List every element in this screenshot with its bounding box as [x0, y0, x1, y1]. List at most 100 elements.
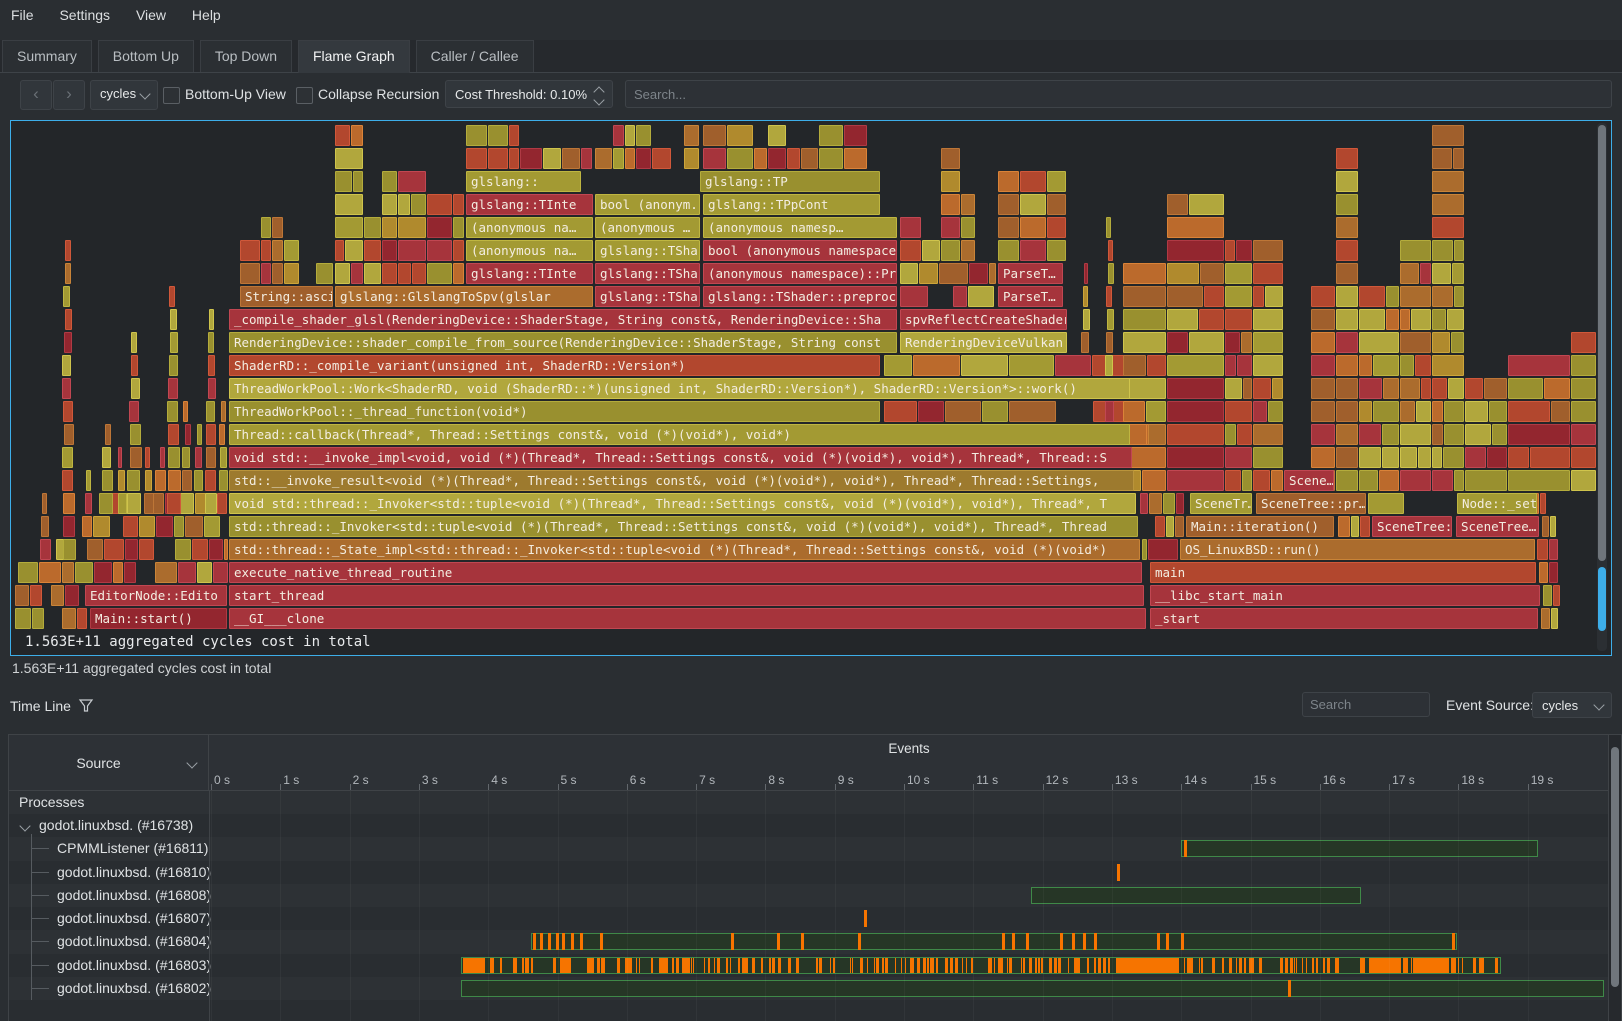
flame-block[interactable]	[63, 516, 75, 537]
flame-block[interactable]	[168, 378, 178, 399]
flame-block[interactable]	[466, 148, 487, 169]
flame-block[interactable]	[961, 355, 1008, 376]
flame-block[interactable]	[1553, 585, 1560, 606]
flame-block[interactable]	[982, 401, 1008, 422]
flame-block[interactable]	[1382, 447, 1399, 468]
flame-block[interactable]	[209, 539, 223, 560]
flame-block[interactable]	[15, 608, 31, 629]
tab-flame-graph[interactable]: Flame Graph	[298, 40, 410, 73]
flame-block[interactable]	[1336, 171, 1358, 192]
flame-block[interactable]	[1225, 263, 1252, 284]
flame-block[interactable]	[1452, 263, 1464, 284]
flame-block[interactable]	[989, 263, 996, 284]
flame-bar[interactable]: String::ascii(b	[240, 286, 333, 307]
flame-block[interactable]	[1443, 447, 1464, 468]
flame-block[interactable]	[94, 562, 112, 583]
flame-bar[interactable]: SceneTree:	[1372, 516, 1452, 537]
flame-block[interactable]	[335, 194, 363, 215]
flame-bar[interactable]: (anonymous na…	[466, 217, 593, 238]
flame-block[interactable]	[272, 263, 283, 284]
flame-block[interactable]	[703, 148, 726, 169]
flame-block[interactable]	[1447, 309, 1464, 330]
flame-block[interactable]	[1382, 424, 1399, 445]
flame-block[interactable]	[1253, 401, 1267, 422]
flame-bar[interactable]: glslang::TP	[700, 171, 880, 192]
flame-block[interactable]	[131, 378, 140, 399]
flame-block[interactable]	[1225, 309, 1252, 330]
flame-block[interactable]	[1400, 263, 1419, 284]
flame-block[interactable]	[1047, 171, 1066, 192]
flame-block[interactable]	[167, 401, 178, 422]
flame-block[interactable]	[1106, 217, 1111, 238]
flame-block[interactable]	[63, 286, 70, 307]
flame-block[interactable]	[1020, 240, 1046, 261]
flame-block[interactable]	[104, 539, 124, 560]
flame-block[interactable]	[613, 125, 624, 146]
flame-block[interactable]	[1359, 447, 1381, 468]
flame-block[interactable]	[174, 516, 184, 537]
flame-block[interactable]	[900, 286, 928, 307]
flame-block[interactable]	[208, 378, 216, 399]
flame-block[interactable]	[1083, 286, 1088, 307]
flame-block[interactable]	[62, 470, 73, 491]
flame-block[interactable]	[1083, 309, 1090, 330]
flame-block[interactable]	[1189, 332, 1224, 353]
flame-block[interactable]	[1359, 309, 1385, 330]
flame-block[interactable]	[105, 424, 111, 445]
flame-block[interactable]	[1432, 217, 1464, 238]
flame-block[interactable]	[221, 401, 226, 422]
scrollbar-handle[interactable]	[1611, 747, 1619, 987]
flame-block[interactable]	[1368, 493, 1404, 514]
flame-block[interactable]	[195, 447, 202, 468]
flame-block[interactable]	[1359, 424, 1381, 445]
flame-block[interactable]	[1084, 263, 1088, 284]
flame-block[interactable]	[1508, 355, 1570, 376]
flame-block[interactable]	[364, 240, 381, 261]
event-source-combobox[interactable]: cycles	[1532, 692, 1612, 718]
flame-block[interactable]	[427, 217, 452, 238]
flame-block[interactable]	[1311, 424, 1335, 445]
flame-block[interactable]	[1432, 263, 1451, 284]
flame-block[interactable]	[1242, 470, 1252, 491]
flame-block[interactable]	[1492, 424, 1507, 445]
flame-block[interactable]	[182, 470, 192, 491]
flame-block[interactable]	[1336, 240, 1358, 261]
flame-block[interactable]	[170, 309, 177, 330]
flame-block[interactable]	[180, 493, 194, 514]
flame-block[interactable]	[1225, 286, 1252, 307]
flame-block[interactable]	[62, 378, 71, 399]
flame-block[interactable]	[1163, 493, 1175, 514]
flame-block[interactable]	[1359, 401, 1372, 422]
flame-block[interactable]	[1400, 401, 1415, 422]
flame-block[interactable]	[145, 470, 152, 491]
flame-block[interactable]	[727, 125, 753, 146]
flame-block[interactable]	[1009, 355, 1054, 376]
flame-block[interactable]	[1489, 401, 1507, 422]
flame-block[interactable]	[1311, 286, 1335, 307]
flame-block[interactable]	[844, 125, 867, 146]
flame-bar[interactable]: ParseT…	[998, 263, 1063, 284]
flame-block[interactable]	[351, 263, 363, 284]
flame-bar[interactable]: void std::__invoke_impl<void, void (*)(T…	[229, 447, 1132, 468]
source-column-header[interactable]: Source	[9, 735, 209, 791]
flame-block[interactable]	[941, 194, 960, 215]
flame-block[interactable]	[364, 263, 381, 284]
flame-block[interactable]	[1383, 378, 1399, 399]
flame-block[interactable]	[398, 240, 426, 261]
flame-block[interactable]	[1253, 332, 1283, 353]
flame-block[interactable]	[62, 355, 71, 376]
flame-block[interactable]	[884, 355, 912, 376]
flame-bar[interactable]: SceneTree::pr…	[1256, 493, 1366, 514]
flame-block[interactable]	[1465, 447, 1486, 468]
flame-block[interactable]	[65, 309, 72, 330]
flame-block[interactable]	[595, 148, 612, 169]
flame-block[interactable]	[768, 148, 786, 169]
flame-block[interactable]	[1167, 286, 1203, 307]
flame-block[interactable]	[1311, 447, 1335, 468]
flame-block[interactable]	[205, 470, 216, 491]
timeline-row-label[interactable]: CPMMListener (#16811)	[57, 840, 208, 856]
flame-block[interactable]	[1432, 401, 1443, 422]
flame-block[interactable]	[77, 608, 87, 629]
flame-block[interactable]	[217, 493, 227, 514]
flame-block[interactable]	[382, 263, 397, 284]
